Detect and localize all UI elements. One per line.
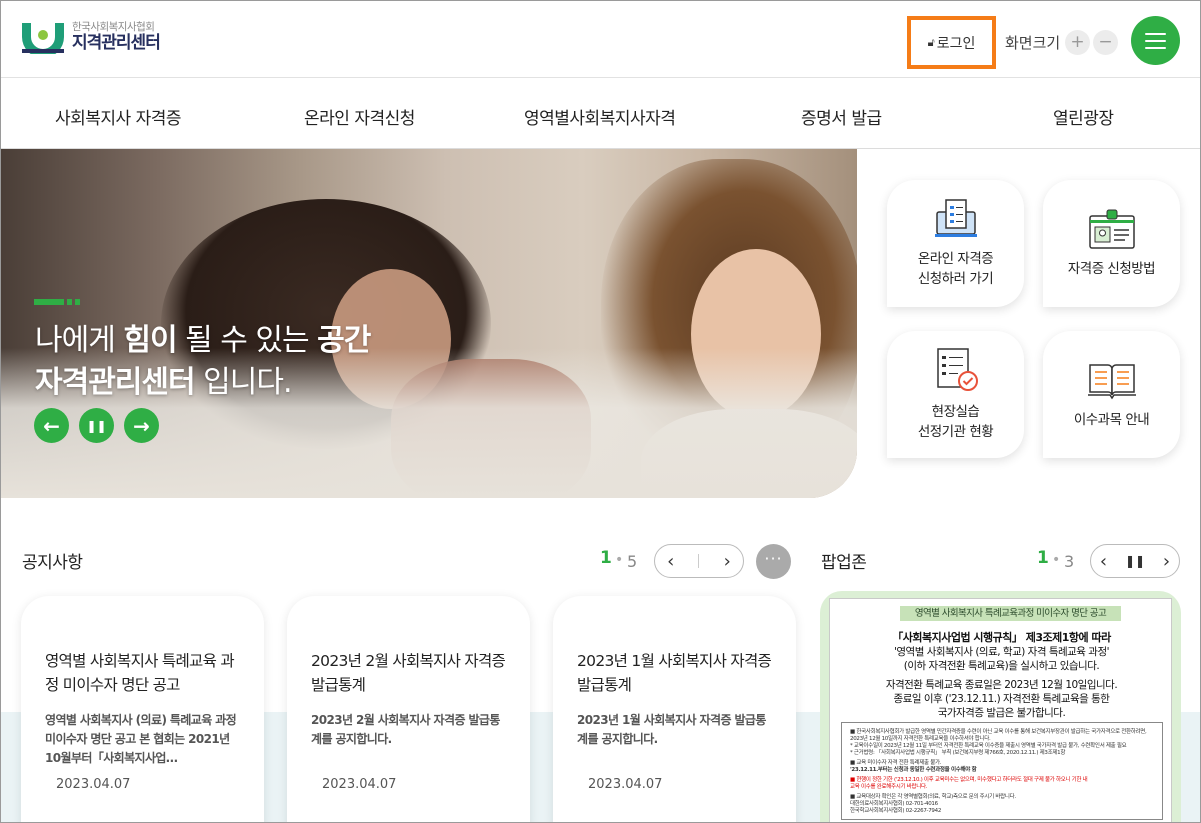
more-dots-icon: ···	[764, 549, 783, 568]
quick-apply-method-label: 자격증 신청방법	[1067, 260, 1156, 277]
hero-accent-bar	[34, 299, 80, 305]
notice-card-title: 2023년 1월 사회복지사 자격증 발급통계	[577, 652, 772, 695]
notice-card-date: 2023.04.07	[588, 777, 663, 792]
quick-online-apply[interactable]: 온라인 자격증 신청하러 가기	[887, 180, 1024, 307]
logo-mark-icon	[20, 20, 66, 58]
notice-card[interactable]: 2023년 1월 사회복지사 자격증 발급통계 2023년 1월 사회복지사 자…	[553, 596, 796, 823]
nav-item-online-apply[interactable]: 온라인 자격신청	[304, 104, 415, 129]
popup-line: 국가자격증 발급은 불가합니다.	[937, 707, 1066, 719]
zoom-label: 화면크기	[1005, 34, 1061, 52]
main-nav: 사회복지사 자격증 온라인 자격신청 영역별사회복지사자격 증명서 발급 열린광…	[0, 79, 1201, 149]
notice-prev-button[interactable]: ‹	[667, 551, 674, 572]
popup-page-separator: •	[1052, 552, 1061, 568]
arrow-right-icon: →	[133, 413, 150, 438]
popup-zone-title: 팝업존	[821, 553, 867, 573]
hero-pause-button[interactable]: ❚❚	[79, 408, 114, 443]
nav-item-document-issue[interactable]: 증명서 발급	[801, 104, 882, 129]
notice-card-date: 2023.04.07	[56, 777, 131, 792]
notice-card-title: 영역별 사회복지사 특례교육 과정 미이수자 명단 공고	[45, 652, 235, 695]
site-header: 한국사회복지사협회 지격관리센터 🔓︎ 로그인 화면크기 + −	[0, 0, 1201, 78]
quick-apply-method[interactable]: 자격증 신청방법	[1043, 180, 1180, 307]
notice-title: 공지사항	[22, 553, 83, 573]
popup-notice-box: ■ 한국사회복지사협회가 발급한 영역별 민간자격증을 수련이 아닌 교육 이수…	[841, 722, 1163, 820]
notice-page-current: 1	[600, 548, 612, 568]
notice-page-total: 5	[627, 552, 638, 571]
popup-line: 종료일 이후 ('23.12.11.) 자격전환 특례교육을 통한	[893, 693, 1110, 705]
hero-prev-button[interactable]: ←	[34, 408, 69, 443]
nav-item-certificate[interactable]: 사회복지사 자격증	[55, 104, 182, 129]
popup-line: 「사회복지사업법 시행규칙」 제3조제1항에 따라	[892, 631, 1111, 644]
notice-card-desc: 영역별 사회복지사 (의료) 특례교육 과정 미이수자 명단 공고 본 협회는 …	[45, 713, 237, 766]
nav-item-area-certificate[interactable]: 영역별사회복지사자격	[524, 104, 676, 129]
notice-card-desc: 2023년 1월 사회복지사 자격증 발급통계를 공지합니다.	[577, 713, 766, 747]
notice-card-desc: 2023년 2월 사회복지사 자격증 발급통계를 공지합니다.	[311, 713, 500, 747]
hero-banner: 나에게 힘이 될 수 있는 공간 자격관리센터 입니다. ← ❚❚ →	[1, 149, 857, 498]
notice-card[interactable]: 영역별 사회복지사 특례교육 과정 미이수자 명단 공고 영역별 사회복지사 (…	[21, 596, 264, 823]
zoom-in-button[interactable]: +	[1065, 30, 1090, 55]
online-application-icon	[934, 199, 977, 237]
notice-card-title: 2023년 2월 사회복지사 자격증 발급통계	[311, 652, 506, 695]
quick-course-guide-label: 이수과목 안내	[1073, 411, 1150, 428]
hero-headline-2: 자격관리센터 입니다.	[35, 365, 292, 400]
popup-pager: ‹ ❚❚ ›	[1090, 544, 1180, 578]
notice-page-separator: •	[615, 552, 624, 568]
site-logo[interactable]: 한국사회복지사협회 지격관리센터	[20, 20, 161, 58]
notice-next-button[interactable]: ›	[724, 551, 731, 572]
popup-banner[interactable]: 영역별 사회복지사 특례교육과정 미이수자 명단 공고 「사회복지사업법 시행규…	[820, 591, 1181, 823]
quick-practice-institutions[interactable]: 현장실습 선정기관 현황	[887, 331, 1024, 458]
popup-pause-button[interactable]: ❚❚	[1125, 554, 1145, 568]
notice-pager: ‹ ›	[654, 544, 744, 578]
lock-icon: 🔓︎	[927, 35, 935, 49]
book-icon	[1087, 363, 1136, 400]
checklist-icon	[936, 348, 978, 391]
plus-icon: +	[1070, 32, 1085, 52]
notice-card[interactable]: 2023년 2월 사회복지사 자격증 발급통계 2023년 2월 사회복지사 자…	[287, 596, 530, 823]
popup-page-current: 1	[1037, 548, 1049, 568]
quick-online-apply-label: 온라인 자격증 신청하러 가기	[917, 250, 994, 287]
login-label: 로그인	[936, 35, 976, 52]
popup-line: 자격전환 특례교육 종료일은 2023년 12월 10일입니다.	[885, 679, 1118, 691]
hero-next-button[interactable]: →	[124, 408, 159, 443]
popup-prev-button[interactable]: ‹	[1100, 551, 1107, 572]
popup-line: (이하 자격전환 특례교육)을 실시하고 있습니다.	[903, 660, 1100, 672]
hamburger-menu-button[interactable]	[1131, 16, 1180, 65]
arrow-left-icon: ←	[43, 413, 60, 438]
quick-course-guide[interactable]: 이수과목 안내	[1043, 331, 1180, 458]
popup-line: '영역별 사회복지사 (의료, 학교) 자격 특례교육 과정'	[893, 646, 1110, 658]
notice-more-button[interactable]: ···	[756, 544, 791, 579]
hamburger-icon	[1145, 32, 1166, 35]
logo-title: 지격관리센터	[72, 32, 161, 53]
popup-page-total: 3	[1064, 552, 1075, 571]
popup-next-button[interactable]: ›	[1163, 551, 1170, 572]
hero-headline-1: 나에게 힘이 될 수 있는 공간	[35, 323, 371, 358]
id-card-icon	[1088, 209, 1135, 249]
notice-card-date: 2023.04.07	[322, 777, 397, 792]
popup-banner-tag: 영역별 사회복지사 특례교육과정 미이수자 명단 공고	[900, 606, 1121, 621]
quick-practice-institutions-label: 현장실습 선정기관 현황	[917, 403, 994, 440]
login-button[interactable]: 🔓︎ 로그인	[907, 16, 996, 69]
minus-icon: −	[1098, 32, 1113, 52]
nav-item-open-square[interactable]: 열린광장	[1053, 104, 1114, 129]
logo-subtitle: 한국사회복지사협회	[72, 21, 155, 34]
zoom-out-button[interactable]: −	[1093, 30, 1118, 55]
pause-icon: ❚❚	[86, 418, 107, 433]
